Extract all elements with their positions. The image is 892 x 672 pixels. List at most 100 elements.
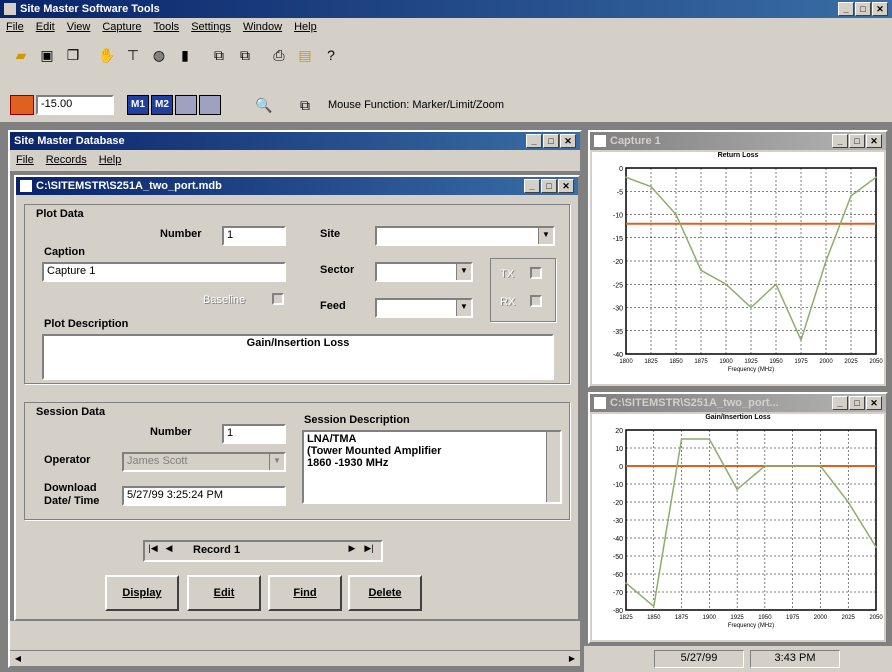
horizontal-scrollbar[interactable]: ◀ ▶ — [10, 650, 580, 666]
scroll-left-icon[interactable]: ◀ — [10, 651, 26, 666]
open-folder-icon[interactable]: ▰ — [10, 44, 32, 66]
menu-file[interactable]: File — [6, 21, 24, 35]
caption-field[interactable]: Capture 1 — [42, 262, 286, 282]
db-menu-help[interactable]: Help — [99, 154, 122, 168]
database-icon[interactable]: ▤ — [294, 44, 316, 66]
site-select[interactable]: ▼ — [375, 226, 555, 246]
session-desc-line: LNA/TMA — [307, 433, 357, 445]
display-button[interactable]: Display — [105, 575, 179, 611]
marker4-button[interactable] — [199, 95, 221, 115]
help-icon[interactable]: ? — [320, 44, 342, 66]
menu-window[interactable]: Window — [243, 21, 282, 35]
delete-button[interactable]: Delete — [348, 575, 422, 611]
doc-close-button[interactable]: ✕ — [558, 179, 574, 193]
db-maximize-button[interactable]: □ — [543, 134, 559, 148]
chevron-down-icon: ▼ — [269, 454, 284, 470]
db-close-button[interactable]: ✕ — [560, 134, 576, 148]
disc-icon[interactable]: ◍ — [148, 44, 170, 66]
baseline-label: Baseline — [203, 294, 246, 306]
data-point — [625, 582, 627, 584]
marker2-button[interactable]: M2 — [151, 95, 173, 115]
data-point — [847, 501, 850, 503]
x-tick-label: 1875 — [694, 359, 708, 365]
zoom-icon[interactable]: 🔍 — [253, 94, 275, 116]
data-point — [680, 438, 683, 440]
return-loss-chart[interactable]: Return Loss 0 -5 -10 -15 -20 -25 -30 -35 -40 1800… — [592, 152, 884, 384]
download-datetime-field[interactable]: 5/27/99 3:25:24 PM — [122, 486, 286, 506]
rx-label: RX — [500, 296, 516, 308]
document-icon — [594, 397, 606, 409]
find-button[interactable]: Find — [268, 575, 342, 611]
antenna-icon[interactable]: ⊤ — [122, 44, 144, 66]
doc-minimize-button[interactable]: _ — [524, 179, 540, 193]
scroll-right-icon[interactable]: ▶ — [564, 651, 580, 666]
next-record-button[interactable]: ▶ — [345, 543, 359, 559]
menu-capture[interactable]: Capture — [102, 21, 141, 35]
y-tick-label: -10 — [613, 213, 623, 220]
document-title: C:\SITEMSTR\S251A_two_port.mdb — [36, 180, 222, 192]
device-icon[interactable]: ▮ — [174, 44, 196, 66]
tp-minimize-button[interactable]: _ — [832, 396, 848, 410]
x-tick-label: 1875 — [675, 615, 689, 621]
data-point — [764, 465, 766, 467]
plot-number-field[interactable]: 1 — [222, 226, 286, 246]
session-number-field[interactable]: 1 — [222, 424, 286, 444]
db-minimize-button[interactable]: _ — [526, 134, 542, 148]
menu-edit[interactable]: Edit — [36, 21, 55, 35]
first-record-button[interactable]: |◀ — [146, 543, 160, 559]
hand-icon[interactable]: ✋ — [96, 44, 118, 66]
menu-help[interactable]: Help — [294, 21, 317, 35]
y-tick-label: -40 — [613, 536, 623, 543]
edit-button[interactable]: Edit — [187, 575, 261, 611]
minimize-button[interactable]: _ — [838, 2, 854, 16]
marker3-button[interactable] — [175, 95, 197, 115]
doc-maximize-button[interactable]: □ — [541, 179, 557, 193]
y-tick-label: -25 — [613, 282, 623, 289]
sector-select[interactable]: ▼ — [375, 262, 473, 282]
copy-icon[interactable]: ❐ — [62, 44, 84, 66]
rx-checkbox[interactable] — [530, 295, 542, 307]
close-button[interactable]: ✕ — [872, 2, 888, 16]
prev-record-button[interactable]: ◀ — [162, 543, 176, 559]
session-desc-line: (Tower Mounted Amplifier — [307, 445, 442, 457]
cap-close-button[interactable]: ✕ — [866, 134, 882, 148]
last-record-button[interactable]: ▶| — [361, 543, 377, 559]
app-icon — [4, 3, 16, 15]
tp-maximize-button[interactable]: □ — [849, 396, 865, 410]
capture-add-icon[interactable]: ⧉ — [234, 44, 256, 66]
feed-select[interactable]: ▼ — [375, 298, 473, 318]
limit-icon[interactable] — [10, 95, 34, 115]
gain-loss-chart[interactable]: Gain/Insertion Loss 20 10 0 -10 -20 -30 -40 -50… — [592, 414, 884, 640]
plot-description-field[interactable]: Gain/Insertion Loss — [42, 334, 554, 380]
y-tick-label: -50 — [613, 554, 623, 561]
cap-minimize-button[interactable]: _ — [832, 134, 848, 148]
maximize-button[interactable]: □ — [855, 2, 871, 16]
menu-view[interactable]: View — [67, 21, 91, 35]
tx-checkbox[interactable] — [530, 267, 542, 279]
db-menu-file[interactable]: File — [16, 154, 34, 168]
limit-value-input[interactable]: -15.00 — [36, 95, 114, 115]
tp-close-button[interactable]: ✕ — [866, 396, 882, 410]
chevron-down-icon: ▼ — [538, 228, 553, 244]
capture-icon[interactable]: ⧉ — [208, 44, 230, 66]
cap-maximize-button[interactable]: □ — [849, 134, 865, 148]
y-tick-label: -20 — [613, 500, 623, 507]
marker1-button[interactable]: M1 — [127, 95, 149, 115]
session-description-field[interactable]: LNA/TMA (Tower Mounted Amplifier 1860 -1… — [302, 430, 562, 504]
print-icon[interactable]: ⎙ — [268, 44, 290, 66]
x-tick-label: 1950 — [758, 615, 772, 621]
save-icon[interactable]: ▣ — [36, 44, 58, 66]
record-navigator: |◀ ◀ Record 1 ▶ ▶| — [143, 540, 383, 562]
operator-select[interactable]: James Scott ▼ — [122, 452, 286, 472]
x-tick-label: 1975 — [786, 615, 800, 621]
menu-settings[interactable]: Settings — [191, 21, 231, 35]
db-menu-records[interactable]: Records — [46, 154, 87, 168]
menu-tools[interactable]: Tools — [154, 21, 180, 35]
app-title: Site Master Software Tools — [20, 3, 160, 15]
operator-value: James Scott — [127, 455, 188, 467]
baseline-checkbox[interactable] — [272, 293, 284, 305]
plot-number-label: Number — [160, 228, 202, 240]
x-tick-label: 2025 — [844, 359, 858, 365]
mouse-function-icon[interactable]: ⧉ — [294, 94, 316, 116]
desc-scrollbar[interactable] — [546, 432, 560, 502]
